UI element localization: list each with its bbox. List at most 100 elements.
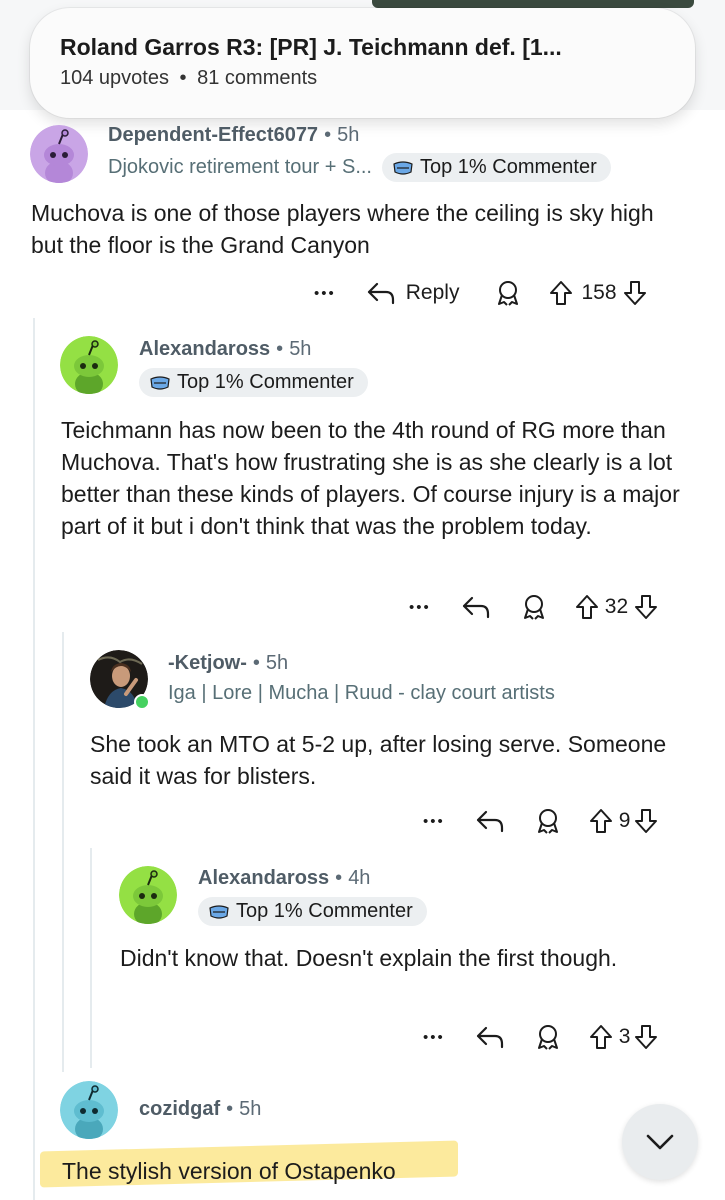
comment-author[interactable]: Alexandaross [139, 338, 270, 360]
user-flair-row: Iga | Lore | Mucha | Ruud - clay court a… [168, 682, 555, 705]
vote-score: 9 [618, 809, 631, 832]
avatar[interactable] [119, 866, 177, 924]
user-flair-row: Top 1% Commenter [139, 368, 368, 397]
comment-author[interactable]: -Ketjow- [168, 652, 247, 674]
top-commenter-badge[interactable]: Top 1% Commenter [381, 153, 611, 182]
commenter-badge-icon [150, 375, 170, 390]
downvote-arrow-icon [635, 1025, 658, 1049]
reply-arrow-icon [476, 810, 503, 833]
award-icon [537, 809, 558, 834]
downvote-arrow-icon [635, 595, 658, 619]
top-commenter-badge[interactable]: Top 1% Commenter [139, 368, 368, 397]
comment-author[interactable]: Alexandaross [198, 867, 329, 889]
comment-author[interactable]: cozidgaf [139, 1098, 220, 1120]
reply-button[interactable]: Reply [366, 280, 460, 306]
badge-label: Top 1% Commenter [419, 156, 597, 178]
comment-actions: ••• Reply 158 [314, 276, 647, 310]
upvote-arrow-icon [550, 281, 573, 305]
top-media-stub [372, 0, 694, 8]
comment-actions: ••• 3 [423, 1020, 658, 1054]
vote-score: 158 [581, 281, 617, 304]
award-button[interactable] [495, 279, 521, 307]
avatar[interactable] [30, 125, 88, 183]
reply-button[interactable] [461, 594, 491, 620]
upvote-count: 104 upvotes [60, 67, 169, 89]
thread-line[interactable] [33, 318, 35, 1200]
stats-separator: • [179, 67, 187, 89]
comment-body: Didn't know that. Doesn't explain the fi… [120, 945, 618, 971]
award-button[interactable] [535, 1023, 561, 1051]
comment-actions: ••• 32 [409, 590, 658, 624]
comment-time: 5h [289, 338, 312, 360]
comment-time: 5h [239, 1098, 262, 1120]
vote-score: 32 [604, 595, 629, 618]
comment-meta: Alexandaross • 4h [198, 867, 371, 889]
reply-button[interactable] [475, 1024, 505, 1050]
comment-meta: cozidgaf • 5h [139, 1098, 262, 1120]
upvote-arrow-icon [575, 595, 598, 619]
vote-score: 3 [618, 1025, 631, 1048]
user-flair-row: Djokovic retirement tour + S... Top 1% C… [108, 153, 611, 182]
user-flair-row: Top 1% Commenter [198, 897, 427, 926]
thread-line[interactable] [62, 632, 64, 1072]
snoo-avatar-icon [119, 866, 177, 924]
comment-actions: ••• 9 [423, 804, 658, 838]
award-icon [537, 1025, 558, 1050]
comment-time: 5h [337, 124, 360, 146]
user-flair: Iga | Lore | Mucha | Ruud - clay court a… [168, 682, 555, 704]
chevron-down-icon [646, 1134, 674, 1150]
post-title[interactable]: Roland Garros R3: [PR] J. Teichmann def.… [60, 34, 663, 61]
more-options-button[interactable]: ••• [409, 599, 431, 616]
more-options-button[interactable]: ••• [423, 813, 445, 830]
reply-button[interactable] [475, 808, 505, 834]
post-header-card[interactable]: Roland Garros R3: [PR] J. Teichmann def.… [30, 8, 695, 118]
downvote-button[interactable] [634, 593, 658, 621]
scroll-down-button[interactable] [622, 1104, 698, 1180]
downvote-button[interactable] [623, 279, 647, 307]
commenter-badge-icon [393, 160, 413, 175]
avatar[interactable] [60, 336, 118, 394]
reply-arrow-icon [476, 1026, 503, 1049]
downvote-arrow-icon [635, 809, 658, 833]
award-icon [498, 281, 519, 306]
award-button[interactable] [521, 593, 547, 621]
comment-meta: -Ketjow- • 5h [168, 652, 289, 674]
comment-body: The stylish version of Ostapenko [62, 1158, 396, 1184]
comment-meta: Dependent-Effect6077 • 5h [108, 124, 360, 146]
snoo-avatar-icon [30, 125, 88, 183]
comment-time: 5h [265, 652, 289, 674]
reply-arrow-icon [462, 596, 489, 619]
comment-time: 4h [348, 867, 371, 889]
avatar[interactable] [60, 1081, 118, 1139]
commenter-badge-icon [209, 904, 229, 919]
award-icon [523, 595, 544, 620]
downvote-arrow-icon [623, 281, 646, 305]
top-commenter-badge[interactable]: Top 1% Commenter [198, 897, 427, 926]
upvote-button[interactable] [549, 279, 573, 307]
comment-author[interactable]: Dependent-Effect6077 [108, 124, 318, 146]
upvote-arrow-icon [589, 809, 612, 833]
comment-meta: Alexandaross • 5h [139, 338, 312, 360]
comment-body: Muchova is one of those players where th… [31, 200, 654, 258]
snoo-avatar-icon [60, 1081, 118, 1139]
snoo-avatar-icon [60, 336, 118, 394]
more-options-button[interactable]: ••• [423, 1029, 445, 1046]
comment-body: She took an MTO at 5-2 up, after losing … [90, 731, 667, 789]
more-options-button[interactable]: ••• [314, 285, 336, 302]
comment-body: Teichmann has now been to the 4th round … [61, 417, 680, 539]
thread-line[interactable] [90, 848, 92, 1068]
upvote-button[interactable] [575, 593, 599, 621]
downvote-button[interactable] [634, 807, 658, 835]
online-status-dot [134, 694, 150, 710]
reply-arrow-icon [367, 282, 394, 305]
award-button[interactable] [535, 807, 561, 835]
user-flair: Djokovic retirement tour + S... [108, 156, 372, 178]
downvote-button[interactable] [634, 1023, 658, 1051]
post-stats: 104 upvotes • 81 comments [60, 67, 663, 90]
badge-label: Top 1% Commenter [177, 371, 354, 393]
upvote-button[interactable] [589, 1023, 613, 1051]
upvote-button[interactable] [589, 807, 613, 835]
comment-count: 81 comments [197, 67, 318, 89]
badge-label: Top 1% Commenter [236, 900, 413, 922]
reply-label: Reply [405, 281, 460, 304]
